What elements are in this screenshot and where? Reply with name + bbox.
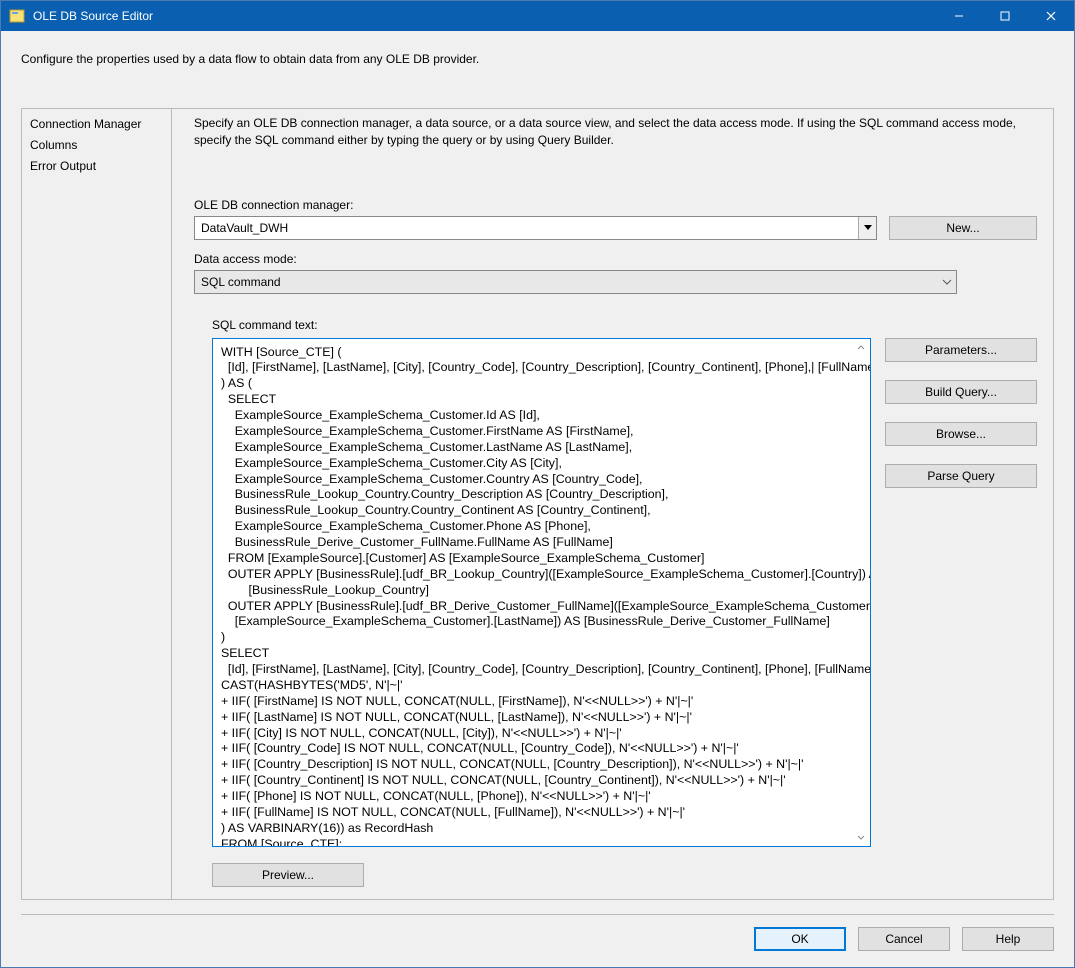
chevron-down-icon[interactable] (858, 217, 876, 239)
dialog-window: OLE DB Source Editor Configure the prope… (0, 0, 1075, 968)
data-access-mode-combo[interactable]: SQL command (194, 270, 957, 294)
conn-manager-combo[interactable]: DataVault_DWH (194, 216, 877, 240)
minimize-button[interactable] (936, 1, 982, 31)
preview-button[interactable]: Preview... (212, 863, 364, 887)
footer-bar: OK Cancel Help (21, 914, 1054, 967)
browse-button[interactable]: Browse... (885, 422, 1037, 446)
nav-connection-manager[interactable]: Connection Manager (22, 115, 171, 136)
close-button[interactable] (1028, 1, 1074, 31)
sql-command-text[interactable]: WITH [Source_CTE] ( [Id], [FirstName], [… (213, 339, 870, 846)
main-panel: Connection Manager Columns Error Output … (21, 108, 1054, 900)
intro-text: Configure the properties used by a data … (21, 51, 1054, 68)
parse-query-button[interactable]: Parse Query (885, 464, 1037, 488)
scroll-up-icon[interactable] (854, 341, 868, 355)
scroll-down-icon[interactable] (854, 830, 868, 844)
titlebar[interactable]: OLE DB Source Editor (1, 1, 1074, 31)
sql-command-label: SQL command text: (212, 318, 1037, 332)
window-controls (936, 1, 1074, 31)
nav-columns[interactable]: Columns (22, 136, 171, 157)
nav-error-output[interactable]: Error Output (22, 157, 171, 178)
maximize-button[interactable] (982, 1, 1028, 31)
data-access-mode-value: SQL command (195, 275, 938, 289)
help-button[interactable]: Help (962, 927, 1054, 951)
new-connection-button[interactable]: New... (889, 216, 1037, 240)
right-pane: Specify an OLE DB connection manager, a … (172, 109, 1053, 899)
sql-side-buttons: Parameters... Build Query... Browse... P… (885, 338, 1037, 847)
data-access-mode-label: Data access mode: (194, 252, 1037, 266)
content-area: Configure the properties used by a data … (1, 31, 1074, 967)
ok-button[interactable]: OK (754, 927, 846, 951)
side-nav: Connection Manager Columns Error Output (22, 109, 172, 899)
conn-manager-value: DataVault_DWH (195, 221, 858, 235)
sql-command-textarea[interactable]: WITH [Source_CTE] ( [Id], [FirstName], [… (212, 338, 871, 847)
cancel-button[interactable]: Cancel (858, 927, 950, 951)
chevron-down-icon[interactable] (938, 271, 956, 293)
app-icon (9, 8, 25, 24)
pane-description: Specify an OLE DB connection manager, a … (194, 115, 1037, 150)
build-query-button[interactable]: Build Query... (885, 380, 1037, 404)
window-title: OLE DB Source Editor (33, 9, 936, 23)
conn-manager-label: OLE DB connection manager: (194, 198, 1037, 212)
parameters-button[interactable]: Parameters... (885, 338, 1037, 362)
